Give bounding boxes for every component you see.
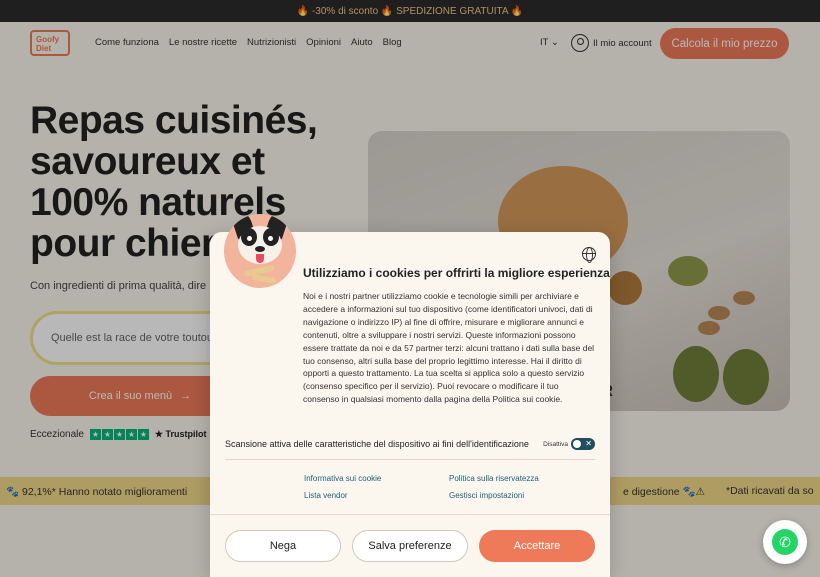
- save-preferences-button[interactable]: Salva preferenze: [352, 530, 468, 562]
- deny-button[interactable]: Nega: [225, 530, 341, 562]
- mascot-nose: [255, 246, 265, 252]
- device-scan-row: Scansione attiva delle caratteristiche d…: [225, 438, 595, 450]
- privacy-policy-link[interactable]: Politica sulla riservatezza: [449, 474, 539, 483]
- divider: [210, 514, 610, 515]
- cookie-consent-dialog: Utilizziamo i cookies per offrirti la mi…: [210, 214, 610, 577]
- mascot-eye: [268, 236, 273, 241]
- cookie-body: Noi e i nostri partner utilizziamo cooki…: [303, 291, 595, 405]
- device-scan-toggle[interactable]: ✕: [571, 438, 595, 450]
- accept-button[interactable]: Accettare: [479, 530, 595, 562]
- whatsapp-icon: ✆: [772, 529, 798, 555]
- close-icon: ✕: [585, 439, 592, 448]
- cookie-policy-link[interactable]: Informativa sui cookie: [304, 474, 381, 483]
- globe-icon[interactable]: [582, 247, 596, 263]
- manage-settings-link[interactable]: Gestisci impostazioni: [449, 491, 524, 500]
- mascot-tongue: [256, 254, 264, 263]
- dog-mascot: [224, 214, 296, 288]
- vendor-list-link[interactable]: Lista vendor: [304, 491, 348, 500]
- whatsapp-button[interactable]: ✆: [763, 520, 807, 564]
- device-scan-toggle-group: Disattiva ✕: [543, 438, 595, 450]
- device-scan-label: Scansione attiva delle caratteristiche d…: [225, 439, 529, 449]
- bone-icon: [251, 273, 277, 285]
- cookie-title: Utilizziamo i cookies per offrirti la mi…: [303, 266, 610, 280]
- mascot-eye: [247, 236, 252, 241]
- divider: [225, 459, 595, 460]
- toggle-state-label: Disattiva: [543, 440, 568, 448]
